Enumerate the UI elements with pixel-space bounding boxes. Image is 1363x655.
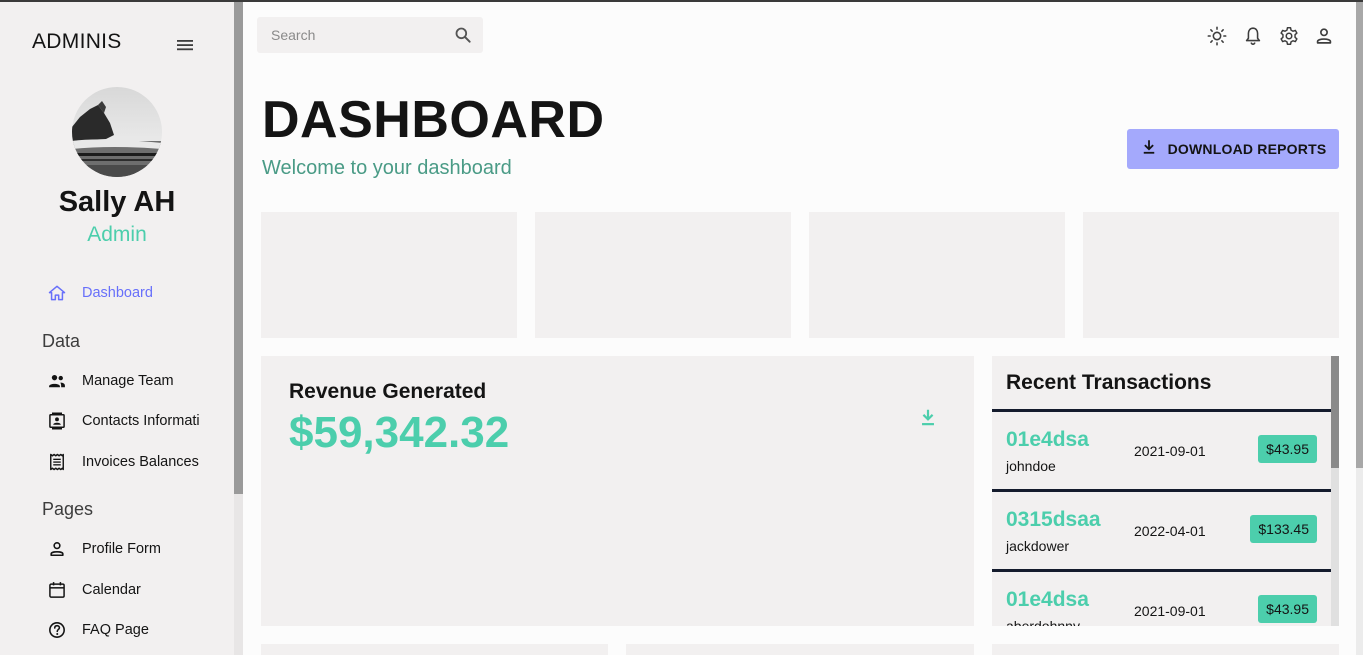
- sidebar-item-faq[interactable]: FAQ Page: [46, 618, 149, 642]
- sidebar-item-label: FAQ Page: [82, 622, 149, 638]
- user-role: Admin: [87, 223, 147, 246]
- sidebar-item-contacts[interactable]: Contacts Informati: [46, 409, 200, 433]
- sidebar-item-label: Invoices Balances: [82, 454, 199, 470]
- sidebar-scrollbar[interactable]: [234, 2, 243, 655]
- download-reports-label: DOWNLOAD REPORTS: [1167, 141, 1327, 157]
- search-input[interactable]: [271, 27, 451, 43]
- transaction-row: 01e4dsa johndoe 2021-09-01 $43.95: [992, 412, 1331, 492]
- sidebar-scrollbar-thumb[interactable]: [234, 2, 243, 494]
- transaction-date: 2022-04-01: [1134, 523, 1206, 539]
- stat-box: [535, 212, 791, 338]
- section-data: Data: [42, 331, 81, 351]
- home-icon: [46, 282, 68, 304]
- stat-box: [1083, 212, 1339, 338]
- section-pages: Pages: [42, 499, 94, 519]
- transaction-user: jackdower: [1006, 538, 1070, 554]
- transaction-date: 2021-09-01: [1134, 603, 1206, 619]
- transactions-scrollbar[interactable]: [1331, 356, 1339, 626]
- transaction-user: johndoe: [1006, 458, 1056, 474]
- light-mode-icon[interactable]: [1206, 25, 1228, 47]
- transactions-scrollbar-thumb[interactable]: [1331, 356, 1339, 468]
- page-subtitle: Welcome to your dashboard: [262, 157, 512, 179]
- transaction-id: 01e4dsa: [1006, 428, 1089, 451]
- main-scrollbar-thumb[interactable]: [1356, 2, 1363, 468]
- settings-icon[interactable]: [1278, 25, 1300, 47]
- sidebar-item-dashboard[interactable]: Dashboard: [46, 281, 153, 305]
- receipt-icon: [46, 451, 68, 473]
- transaction-date: 2021-09-01: [1134, 443, 1206, 459]
- stat-box: [261, 212, 517, 338]
- avatar: [72, 87, 162, 177]
- search-icon[interactable]: [453, 25, 473, 45]
- transaction-id: 01e4dsa: [1006, 588, 1089, 611]
- sidebar-item-label: Contacts Informati: [82, 413, 200, 429]
- brand-title: ADMINIS: [32, 30, 122, 53]
- download-reports-button[interactable]: DOWNLOAD REPORTS: [1127, 129, 1339, 169]
- download-icon: [1140, 138, 1158, 161]
- revenue-title: Revenue Generated: [289, 380, 487, 403]
- help-icon: [46, 619, 68, 641]
- people-icon: [46, 370, 68, 392]
- stat-box: [809, 212, 1065, 338]
- sidebar-item-calendar[interactable]: Calendar: [46, 578, 141, 602]
- revenue-value: $59,342.32: [289, 408, 510, 457]
- chart-panel: [261, 644, 608, 655]
- menu-icon[interactable]: [174, 36, 196, 54]
- search-box: [257, 17, 483, 53]
- sidebar: ADMINIS Sally AH Admin Dashboard Data Ma…: [0, 2, 234, 655]
- sidebar-item-label: Profile Form: [82, 541, 161, 557]
- sidebar-item-manage-team[interactable]: Manage Team: [46, 369, 174, 393]
- notifications-icon[interactable]: [1242, 25, 1264, 47]
- transaction-row: 01e4dsa aberdohnny 2021-09-01 $43.95: [992, 572, 1331, 626]
- person-icon: [46, 538, 68, 560]
- contacts-icon: [46, 410, 68, 432]
- user-name: Sally AH: [58, 186, 176, 218]
- revenue-panel: Revenue Generated $59,342.32: [261, 356, 974, 626]
- person-icon[interactable]: [1313, 25, 1335, 47]
- sidebar-item-invoices[interactable]: Invoices Balances: [46, 450, 199, 474]
- chart-panel: [992, 644, 1339, 655]
- sidebar-item-profile-form[interactable]: Profile Form: [46, 537, 161, 561]
- transaction-cost: $43.95: [1258, 595, 1317, 623]
- transactions-header: Recent Transactions: [992, 356, 1331, 412]
- calendar-icon: [46, 579, 68, 601]
- page-title: DASHBOARD: [262, 91, 605, 149]
- transaction-row: 0315dsaa jackdower 2022-04-01 $133.45: [992, 492, 1331, 572]
- sidebar-item-label: Manage Team: [82, 373, 174, 389]
- app-window: ADMINIS Sally AH Admin Dashboard Data Ma…: [0, 0, 1363, 655]
- transaction-cost: $43.95: [1258, 435, 1317, 463]
- chart-panel: [626, 644, 974, 655]
- transaction-id: 0315dsaa: [1006, 508, 1101, 531]
- sidebar-item-label: Dashboard: [82, 285, 153, 301]
- transaction-user: aberdohnny: [1006, 618, 1080, 626]
- transaction-cost: $133.45: [1250, 515, 1317, 543]
- sidebar-item-label: Calendar: [82, 582, 141, 598]
- recent-transactions-panel: Recent Transactions 01e4dsa johndoe 2021…: [992, 356, 1331, 626]
- main-scrollbar[interactable]: [1356, 2, 1363, 655]
- transactions-title: Recent Transactions: [1006, 370, 1212, 394]
- download-icon[interactable]: [917, 406, 939, 430]
